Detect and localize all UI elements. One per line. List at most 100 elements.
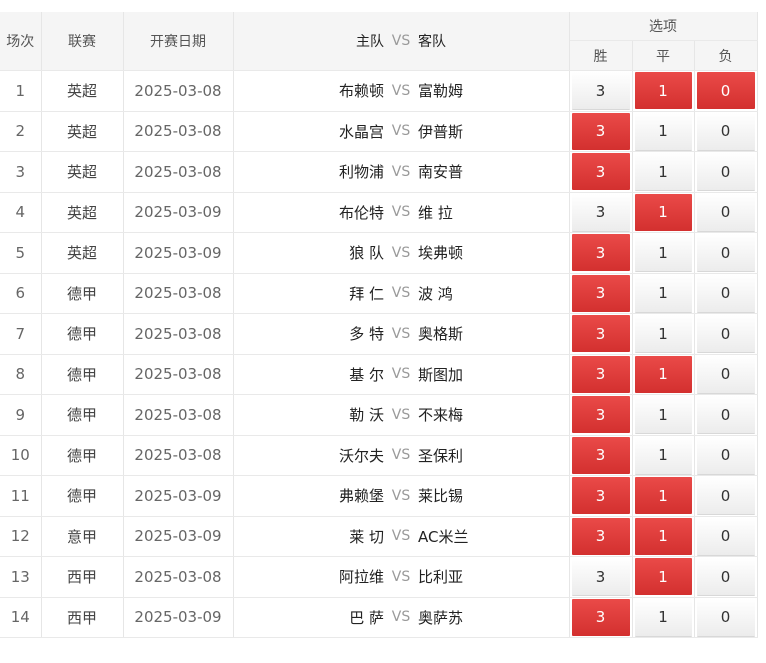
round-number: 2 bbox=[0, 111, 42, 152]
round-number: 13 bbox=[0, 556, 42, 598]
option-draw-button[interactable]: 1 bbox=[634, 72, 692, 110]
header-date: 开赛日期 bbox=[123, 12, 234, 71]
match-teams: 多 特 VS 奥格斯 bbox=[233, 313, 570, 355]
option-draw-button[interactable]: 1 bbox=[634, 396, 692, 434]
match-date: 2025-03-09 bbox=[123, 516, 234, 557]
match-date: 2025-03-08 bbox=[123, 556, 234, 598]
option-win-button[interactable]: 3 bbox=[571, 274, 630, 312]
away-team: 不来梅 bbox=[418, 406, 464, 425]
option-win-button[interactable]: 3 bbox=[571, 355, 630, 393]
vs-label: VS bbox=[391, 325, 411, 342]
option-loss-button[interactable]: 0 bbox=[696, 396, 755, 434]
table-row: 7 德甲 2025-03-08 多 特 VS 奥格斯 3 1 0 bbox=[0, 313, 758, 355]
league-name: 英超 bbox=[41, 192, 124, 233]
table-row: 5 英超 2025-03-09 狼 队 VS 埃弗顿 3 1 0 bbox=[0, 232, 758, 274]
option-draw-button[interactable]: 1 bbox=[634, 477, 692, 515]
option-loss-button[interactable]: 0 bbox=[696, 153, 755, 191]
vs-label: VS bbox=[391, 447, 411, 464]
option-draw-button[interactable]: 1 bbox=[634, 355, 692, 393]
option-loss-button[interactable]: 0 bbox=[696, 274, 755, 312]
home-team: 拜 仁 bbox=[349, 284, 384, 303]
option-win-button[interactable]: 3 bbox=[571, 558, 630, 596]
option-loss-button[interactable]: 0 bbox=[696, 598, 755, 636]
table-row: 13 西甲 2025-03-08 阿拉维 VS 比利亚 3 1 0 bbox=[0, 556, 758, 598]
header-loss: 负 bbox=[694, 40, 758, 71]
league-name: 英超 bbox=[41, 232, 124, 274]
option-win-button[interactable]: 3 bbox=[571, 153, 630, 191]
match-date: 2025-03-09 bbox=[123, 475, 234, 517]
league-name: 意甲 bbox=[41, 516, 124, 557]
header-league: 联赛 bbox=[41, 12, 124, 71]
option-loss-button[interactable]: 0 bbox=[696, 517, 755, 555]
match-teams: 阿拉维 VS 比利亚 bbox=[233, 556, 570, 598]
table-row: 14 西甲 2025-03-09 巴 萨 VS 奥萨苏 3 1 0 bbox=[0, 597, 758, 638]
option-win-button[interactable]: 3 bbox=[571, 234, 630, 272]
league-name: 英超 bbox=[41, 70, 124, 112]
away-team: 斯图加 bbox=[418, 365, 464, 384]
vs-label: VS bbox=[391, 163, 411, 180]
league-name: 德甲 bbox=[41, 273, 124, 314]
option-loss-button[interactable]: 0 bbox=[696, 315, 755, 353]
option-win-button[interactable]: 3 bbox=[571, 315, 630, 353]
home-team: 沃尔夫 bbox=[338, 446, 384, 465]
away-team: 波 鸿 bbox=[418, 284, 453, 303]
option-draw-button[interactable]: 1 bbox=[634, 193, 692, 231]
match-date: 2025-03-08 bbox=[123, 354, 234, 395]
match-teams: 莱 切 VS AC米兰 bbox=[233, 516, 570, 557]
vs-label: VS bbox=[391, 123, 411, 140]
vs-label: VS bbox=[391, 204, 411, 221]
table-row: 8 德甲 2025-03-08 基 尔 VS 斯图加 3 1 0 bbox=[0, 354, 758, 395]
home-team: 阿拉维 bbox=[338, 568, 384, 587]
option-draw-button[interactable]: 1 bbox=[634, 274, 692, 312]
vs-label: VS bbox=[391, 406, 411, 423]
round-number: 8 bbox=[0, 354, 42, 395]
option-win-button[interactable]: 3 bbox=[571, 72, 630, 110]
option-draw-button[interactable]: 1 bbox=[634, 112, 692, 150]
option-win-button[interactable]: 3 bbox=[571, 517, 630, 555]
option-draw-button[interactable]: 1 bbox=[634, 153, 692, 191]
option-win-button[interactable]: 3 bbox=[571, 193, 630, 231]
match-teams: 沃尔夫 VS 圣保利 bbox=[233, 435, 570, 476]
table-row: 9 德甲 2025-03-08 勒 沃 VS 不来梅 3 1 0 bbox=[0, 394, 758, 436]
home-team: 巴 萨 bbox=[349, 608, 384, 627]
away-team: 富勒姆 bbox=[418, 82, 464, 101]
option-loss-button[interactable]: 0 bbox=[696, 355, 755, 393]
match-date: 2025-03-08 bbox=[123, 151, 234, 193]
match-teams: 弗赖堡 VS 莱比锡 bbox=[233, 475, 570, 517]
vs-label: VS bbox=[391, 285, 411, 302]
home-team: 莱 切 bbox=[349, 527, 384, 546]
option-loss-button[interactable]: 0 bbox=[696, 112, 755, 150]
option-loss-button[interactable]: 0 bbox=[696, 72, 755, 110]
option-win-button[interactable]: 3 bbox=[571, 436, 630, 474]
option-draw-button[interactable]: 1 bbox=[634, 436, 692, 474]
option-win-button[interactable]: 3 bbox=[571, 396, 630, 434]
option-loss-button[interactable]: 0 bbox=[696, 477, 755, 515]
vs-label: VS bbox=[391, 366, 411, 383]
option-win-button[interactable]: 3 bbox=[571, 477, 630, 515]
home-team: 基 尔 bbox=[349, 365, 384, 384]
table-row: 1 英超 2025-03-08 布赖顿 VS 富勒姆 3 1 0 bbox=[0, 70, 758, 112]
round-number: 14 bbox=[0, 597, 42, 638]
option-draw-button[interactable]: 1 bbox=[634, 315, 692, 353]
option-loss-button[interactable]: 0 bbox=[696, 193, 755, 231]
option-draw-button[interactable]: 1 bbox=[634, 598, 692, 636]
vs-label: VS bbox=[391, 244, 411, 261]
header-home: 主队 bbox=[356, 34, 384, 50]
option-loss-button[interactable]: 0 bbox=[696, 436, 755, 474]
away-team: 埃弗顿 bbox=[418, 244, 464, 263]
match-teams: 布赖顿 VS 富勒姆 bbox=[233, 70, 570, 112]
option-draw-button[interactable]: 1 bbox=[634, 234, 692, 272]
header-match: 主队 VS 客队 bbox=[233, 12, 570, 71]
option-loss-button[interactable]: 0 bbox=[696, 234, 755, 272]
option-loss-button[interactable]: 0 bbox=[696, 558, 755, 596]
league-name: 德甲 bbox=[41, 354, 124, 395]
option-win-button[interactable]: 3 bbox=[571, 112, 630, 150]
lottery-selection-panel: 场次 联赛 开赛日期 主队 VS 客队 选项 胜 平 负 1 英超 2025-0… bbox=[0, 0, 766, 663]
option-draw-button[interactable]: 1 bbox=[634, 558, 692, 596]
away-team: 伊普斯 bbox=[418, 122, 464, 141]
home-team: 狼 队 bbox=[349, 244, 384, 263]
option-draw-button[interactable]: 1 bbox=[634, 517, 692, 555]
table-row: 6 德甲 2025-03-08 拜 仁 VS 波 鸿 3 1 0 bbox=[0, 273, 758, 314]
option-win-button[interactable]: 3 bbox=[571, 598, 630, 636]
away-team: 奥萨苏 bbox=[418, 608, 464, 627]
